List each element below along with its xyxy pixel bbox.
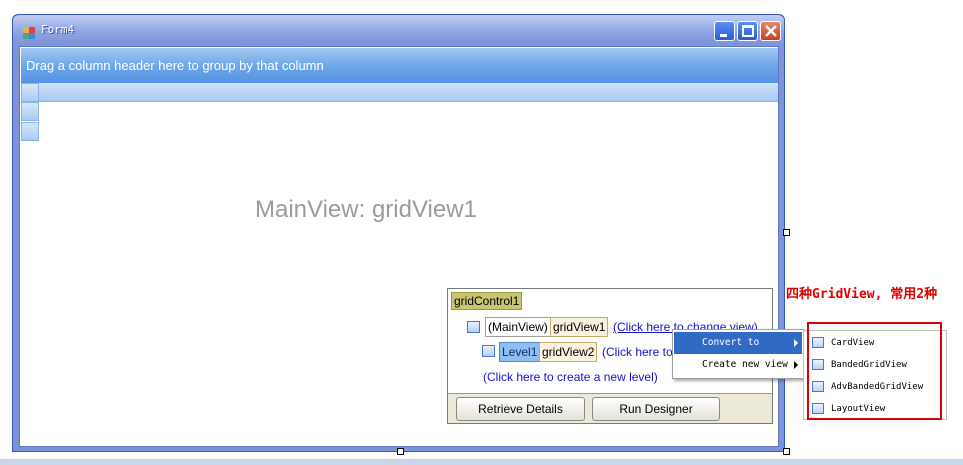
level1-view-name[interactable]: gridView2: [539, 342, 598, 362]
close-button[interactable]: [760, 21, 781, 41]
menu-item-convert-to[interactable]: Convert to: [674, 332, 802, 354]
window-title: Form4: [41, 23, 75, 36]
row-indicator[interactable]: [21, 102, 39, 121]
create-level-link[interactable]: (Click here to create a new level): [483, 370, 658, 384]
maximize-button[interactable]: [737, 21, 758, 41]
main-level-label[interactable]: (MainView): [485, 317, 551, 337]
row-indicator-header: [21, 83, 39, 102]
resize-handle-right[interactable]: [783, 229, 790, 236]
minimize-button[interactable]: [714, 21, 735, 41]
group-panel-text: Drag a column header here to group by th…: [26, 58, 324, 73]
resize-handle-bottom[interactable]: [397, 448, 404, 455]
retrieve-details-button[interactable]: Retrieve Details: [456, 397, 585, 421]
context-menu: Convert to Create new view: [672, 329, 804, 379]
resize-handle-corner[interactable]: [783, 448, 790, 455]
main-view-name[interactable]: gridView1: [550, 317, 609, 337]
menu-item-create-new-view[interactable]: Create new view: [674, 354, 802, 376]
submenu-arrow-icon: [794, 339, 798, 347]
highlight-box: [807, 322, 942, 420]
run-designer-button[interactable]: Run Designer: [592, 397, 720, 421]
level1-label[interactable]: Level1: [499, 342, 541, 362]
column-header-row[interactable]: [21, 83, 778, 102]
designer-button-bar: Retrieve Details Run Designer: [448, 393, 772, 423]
main-view-caption: MainView: gridView1: [255, 196, 477, 223]
level-icon: [482, 345, 495, 357]
view-icon: [467, 321, 480, 333]
submenu-arrow-icon: [794, 361, 798, 369]
menu-item-label: Create new view: [702, 359, 788, 370]
menu-item-label: Convert to: [702, 337, 760, 348]
title-bar[interactable]: Form4: [13, 15, 784, 46]
change-view-link-level1[interactable]: (Click here to: [602, 345, 673, 359]
app-icon: [23, 24, 35, 39]
bottom-strip: [0, 459, 963, 465]
annotation-note: 四种GridView, 常用2种: [786, 287, 938, 302]
grid-control-label[interactable]: gridControl1: [451, 292, 523, 310]
group-panel[interactable]: Drag a column header here to group by th…: [21, 48, 778, 83]
row-indicator[interactable]: [21, 122, 39, 141]
